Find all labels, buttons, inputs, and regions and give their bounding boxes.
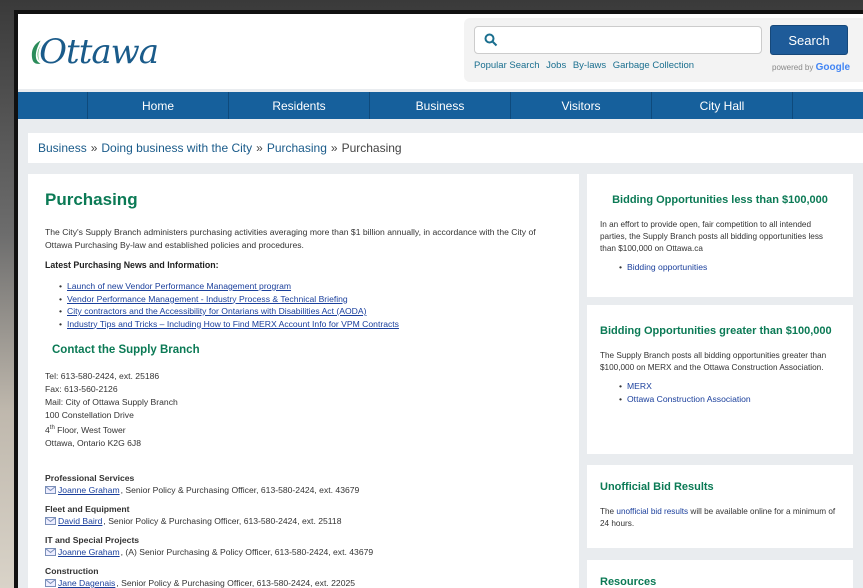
powered-by-text: powered by xyxy=(772,63,814,72)
sidebar-bidding-over: Bidding Opportunities greater than $100,… xyxy=(587,305,853,454)
sidebar-box-title: Bidding Opportunities greater than $100,… xyxy=(600,325,832,337)
sidebar-box-links: Bidding opportunities xyxy=(619,261,840,274)
popular-link-garbage[interactable]: Garbage Collection xyxy=(613,60,694,71)
news-heading: Latest Purchasing News and Information: xyxy=(45,260,219,270)
sidebar-box-title: Unofficial Bid Results xyxy=(600,481,714,493)
staff-heading: Professional Services xyxy=(45,472,135,483)
search-area: Search Popular Search Jobs By-laws Garba… xyxy=(464,18,863,82)
main-nav: Home Residents Business Visitors City Ha… xyxy=(18,92,863,119)
breadcrumb-separator: » xyxy=(90,141,98,155)
sidebar-box-title: Resources xyxy=(600,576,657,588)
mail-icon xyxy=(45,547,56,556)
contact-fax: Fax: 613-560-2126 xyxy=(45,384,118,394)
intro-text: The City's Supply Branch administers pur… xyxy=(45,227,536,250)
staff-block: Construction Jane Dagenais , Senior Poli… xyxy=(45,565,562,588)
staff-block: Professional Services Joanne Graham , Se… xyxy=(45,472,562,496)
sidebar-box-text: In an effort to provide open, fair compe… xyxy=(600,220,824,253)
mail-icon xyxy=(45,516,56,525)
breadcrumb-business[interactable]: Business xyxy=(38,141,87,155)
breadcrumb-doing-business[interactable]: Doing business with the City xyxy=(101,141,252,155)
nav-residents[interactable]: Residents xyxy=(229,92,370,119)
logo-text: Ottawa xyxy=(39,32,159,72)
staff-contact: Jane Dagenais , Senior Policy & Purchasi… xyxy=(45,577,562,588)
sidebar-box-links: MERX Ottawa Construction Association xyxy=(619,380,840,406)
breadcrumb-separator: » xyxy=(256,141,263,155)
staff-detail: , Senior Policy & Purchasing Officer, 61… xyxy=(116,577,356,588)
nav-city-hall[interactable]: City Hall xyxy=(652,92,793,119)
staff-email-link[interactable]: Jane Dagenais xyxy=(58,577,115,588)
news-link[interactable]: Vendor Performance Management - Industry… xyxy=(59,293,562,306)
news-link[interactable]: Industry Tips and Tricks – Including How… xyxy=(59,318,562,331)
contact-tel: Tel: 613-580-2424, ext. 25186 xyxy=(45,371,160,381)
staff-block: Fleet and Equipment David Baird , Senior… xyxy=(45,503,562,527)
sidebar-box-title: Bidding Opportunities less than $100,000 xyxy=(612,194,828,206)
staff-email-link[interactable]: David Baird xyxy=(58,515,102,527)
breadcrumb-separator: » xyxy=(330,141,338,155)
mail-icon xyxy=(45,578,56,587)
powered-by-google: powered by Google xyxy=(772,62,850,73)
contact-address-street: 100 Constellation Drive xyxy=(45,410,134,420)
staff-block: IT and Special Projects Joanne Graham , … xyxy=(45,534,562,558)
popular-link-jobs[interactable]: Jobs xyxy=(546,60,566,71)
search-button[interactable]: Search xyxy=(770,25,848,55)
browser-page: Ottawa Search Popular Search Jobs By-law… xyxy=(14,10,863,588)
contact-heading: Contact the Supply Branch xyxy=(52,344,200,356)
nav-business[interactable]: Business xyxy=(370,92,511,119)
staff-email-link[interactable]: Joanne Graham xyxy=(58,484,120,496)
main-content: Purchasing The City's Supply Branch admi… xyxy=(28,174,579,588)
page-title: Purchasing xyxy=(45,190,138,209)
contact-address-city: Ottawa, Ontario K2G 6J8 xyxy=(45,437,142,448)
ottawa-logo-icon xyxy=(31,40,43,64)
sidebar-bidding-under: Bidding Opportunities less than $100,000… xyxy=(587,174,853,297)
news-link[interactable]: City contractors and the Accessibility f… xyxy=(59,305,562,318)
staff-detail: , Senior Policy & Purchasing Officer, 61… xyxy=(120,484,360,495)
sidebar-unofficial-bid-results: Unofficial Bid Results The unofficial bi… xyxy=(587,465,853,548)
search-icon xyxy=(484,33,498,47)
ottawa-logo[interactable]: Ottawa xyxy=(28,22,159,82)
staff-detail: , Senior Policy & Purchasing Officer, 61… xyxy=(103,515,342,526)
sidebar-resources: Resources xyxy=(587,560,853,588)
staff-contact: Joanne Graham , Senior Policy & Purchasi… xyxy=(45,484,562,496)
bid-results-text-before: The xyxy=(600,507,617,516)
breadcrumb: Business » Doing business with the City … xyxy=(28,133,863,163)
staff-contact: Joanne Graham , (A) Senior Purchasing & … xyxy=(45,546,562,558)
popular-searches: Popular Search Jobs By-laws Garbage Coll… xyxy=(474,60,698,71)
nav-home[interactable]: Home xyxy=(88,92,229,119)
nav-visitors[interactable]: Visitors xyxy=(511,92,652,119)
news-list: Launch of new Vendor Performance Managem… xyxy=(59,280,562,331)
news-link[interactable]: Launch of new Vendor Performance Managem… xyxy=(59,280,562,293)
staff-contact: David Baird , Senior Policy & Purchasing… xyxy=(45,515,562,527)
contact-info: Tel: 613-580-2424, ext. 25186 Fax: 613-5… xyxy=(45,370,562,450)
sidebar-box-text: The unofficial bid results will be avail… xyxy=(600,506,840,530)
staff-email-link[interactable]: Joanne Graham xyxy=(58,546,120,558)
breadcrumb-current: Purchasing xyxy=(341,141,402,155)
breadcrumb-purchasing[interactable]: Purchasing xyxy=(267,141,327,155)
popular-search-label: Popular Search xyxy=(474,60,540,71)
staff-heading: Construction xyxy=(45,565,99,576)
staff-heading: IT and Special Projects xyxy=(45,534,140,545)
unofficial-bid-results-link[interactable]: unofficial bid results xyxy=(616,507,688,516)
google-brand: Google xyxy=(815,62,851,73)
popular-link-bylaws[interactable]: By-laws xyxy=(573,60,606,71)
staff-detail: , (A) Senior Purchasing & Policy Officer… xyxy=(120,546,374,557)
nav-spacer xyxy=(18,92,88,119)
mail-icon xyxy=(45,485,56,494)
ottawa-construction-association-link[interactable]: Ottawa Construction Association xyxy=(619,393,840,406)
staff-heading: Fleet and Equipment xyxy=(45,503,130,514)
contact-mail: Mail: City of Ottawa Supply Branch xyxy=(45,397,178,407)
sidebar-box-text: The Supply Branch posts all bidding oppo… xyxy=(600,351,827,372)
floor-rest: Floor, West Tower xyxy=(54,424,126,435)
search-input[interactable] xyxy=(474,26,762,54)
contact-address-floor: 4th Floor, West Tower xyxy=(45,422,562,437)
merx-link[interactable]: MERX xyxy=(619,380,840,393)
bidding-opportunities-link[interactable]: Bidding opportunities xyxy=(619,261,840,274)
site-header: Ottawa Search Popular Search Jobs By-law… xyxy=(18,14,863,89)
